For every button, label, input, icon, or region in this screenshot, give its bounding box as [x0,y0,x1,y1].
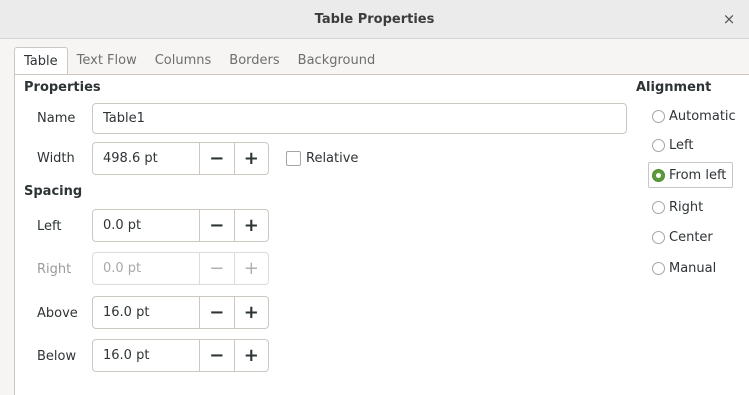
left-spacing-label: Left [37,219,62,234]
alignment-manual-radio[interactable]: Manual [652,256,716,280]
radio-indicator [652,261,665,275]
name-label: Name [37,111,76,126]
below-spacing-increment-button[interactable]: + [233,340,269,371]
radio-indicator [652,138,665,152]
tab-text-flow[interactable]: Text Flow [68,47,146,74]
above-spacing-increment-button[interactable]: + [233,297,269,328]
radio-selected-indicator [652,168,665,182]
alignment-automatic-label: Automatic [669,108,736,124]
tab-columns[interactable]: Columns [146,47,221,74]
relative-label: Relative [306,151,359,166]
radio-indicator [652,200,665,214]
right-spacing-stepper: 0.0 pt − + [92,252,269,285]
title-bar: Table Properties × [0,0,749,39]
right-spacing-decrement-button: − [209,258,225,279]
below-spacing-input[interactable]: 16.0 pt [93,340,200,371]
left-spacing-input[interactable]: 0.0 pt [93,210,200,241]
alignment-right-radio[interactable]: Right [652,195,703,219]
width-decrement-button[interactable]: − [200,143,234,174]
width-input[interactable]: 498.6 pt [93,143,200,174]
right-spacing-label: Right [37,262,72,277]
alignment-left-radio[interactable]: Left [652,133,693,157]
left-spacing-decrement-button[interactable]: − [200,210,234,241]
alignment-center-radio[interactable]: Center [652,225,713,249]
above-spacing-input[interactable]: 16.0 pt [93,297,200,328]
left-spacing-stepper: 0.0 pt − + [92,209,269,242]
tab-borders[interactable]: Borders [220,47,288,74]
alignment-left-label: Left [669,137,694,153]
window-title: Table Properties [314,11,435,27]
tab-background[interactable]: Background [289,47,385,74]
right-spacing-increment-button: + [233,253,269,284]
radio-indicator [652,230,665,244]
width-increment-button[interactable]: + [233,143,269,174]
alignment-automatic-radio[interactable]: Automatic [652,104,736,128]
right-spacing-input: 0.0 pt [93,253,200,284]
below-spacing-stepper: 16.0 pt − + [92,339,269,372]
relative-checkbox[interactable] [286,151,301,166]
relative-checkbox-row[interactable]: Relative [286,151,358,166]
alignment-heading: Alignment [636,80,712,95]
below-spacing-label: Below [37,349,77,364]
above-spacing-label: Above [37,306,78,321]
properties-heading: Properties [24,80,101,95]
alignment-from-left-label: From left [669,167,727,183]
width-stepper: 498.6 pt − + [92,142,269,175]
alignment-center-label: Center [669,229,713,245]
alignment-right-label: Right [669,199,704,215]
tab-bar: Table Text Flow Columns Borders Backgrou… [14,47,384,74]
below-spacing-decrement-button[interactable]: − [200,340,234,371]
radio-indicator [652,109,665,123]
above-spacing-stepper: 16.0 pt − + [92,296,269,329]
width-label: Width [37,151,75,166]
spacing-heading: Spacing [24,184,83,199]
alignment-from-left-radio[interactable]: From left [648,162,734,188]
alignment-manual-label: Manual [669,260,717,276]
left-spacing-increment-button[interactable]: + [233,210,269,241]
tab-table[interactable]: Table [14,47,68,74]
name-input[interactable]: Table1 [92,103,627,134]
close-icon[interactable]: × [719,9,739,29]
above-spacing-decrement-button[interactable]: − [200,297,234,328]
